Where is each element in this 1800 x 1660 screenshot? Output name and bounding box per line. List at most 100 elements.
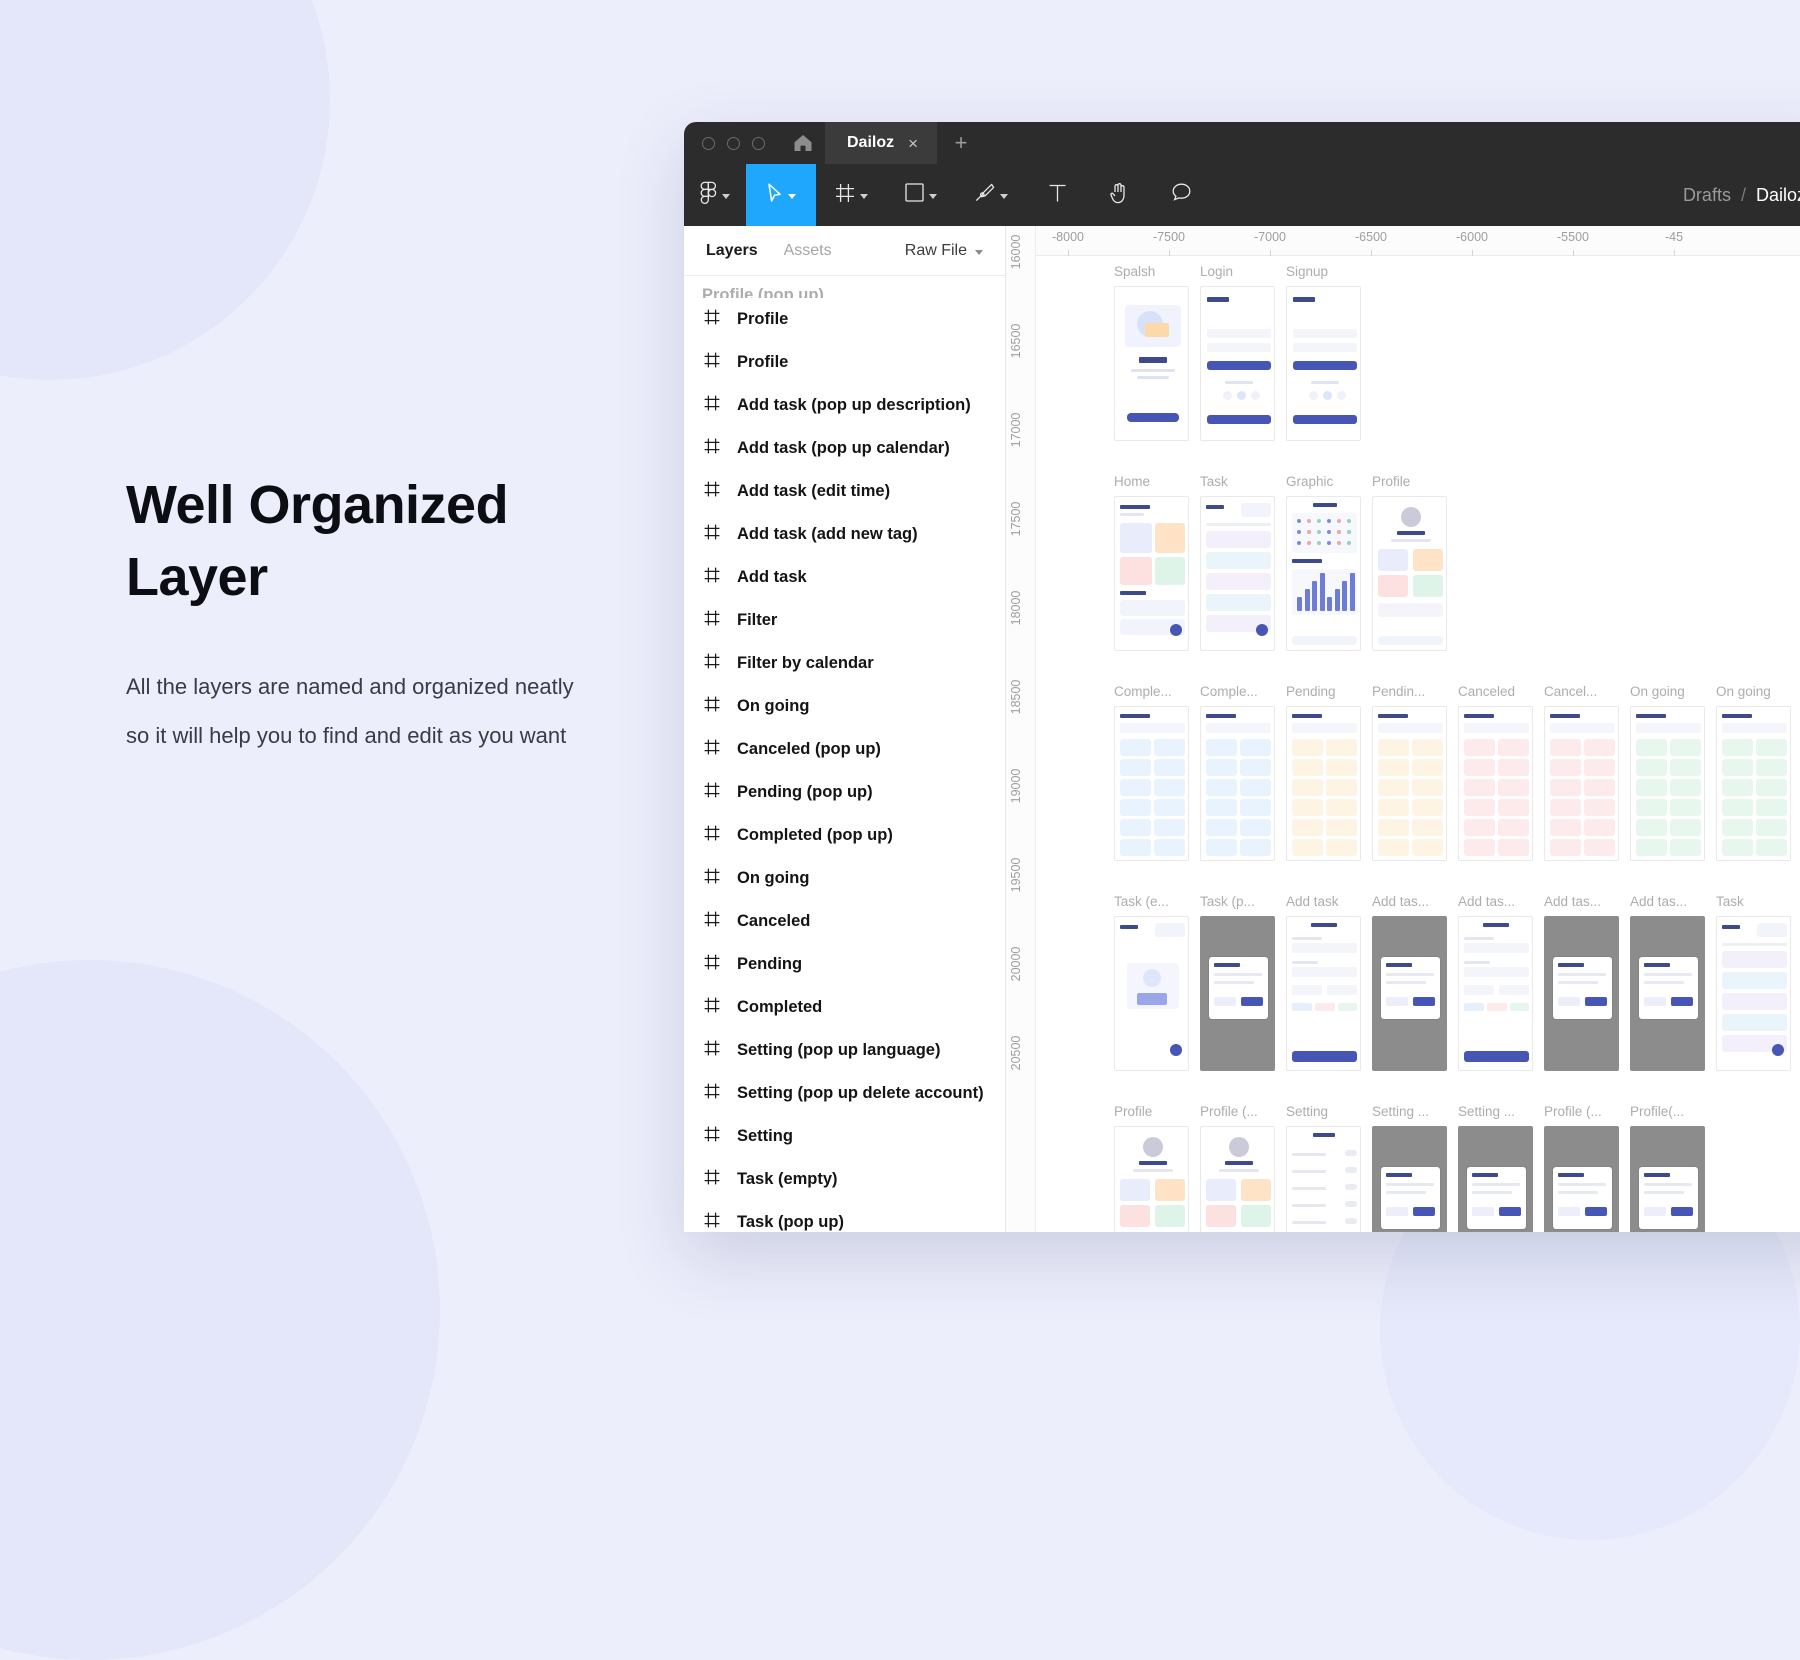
canvas-frame[interactable]: Task (e...	[1114, 894, 1189, 1071]
frame-thumbnail[interactable]	[1200, 706, 1275, 861]
canvas-viewport[interactable]: Spalsh Login Signup Home Task Graphic Profile C…	[1036, 256, 1800, 1232]
canvas-frame[interactable]: Add tas...	[1630, 894, 1705, 1071]
layer-row[interactable]: Filter	[684, 599, 1005, 642]
layer-row[interactable]: Task (pop up)	[684, 1201, 1005, 1232]
comment-tool[interactable]	[1150, 164, 1212, 226]
canvas-frame[interactable]: Profile (...	[1544, 1104, 1619, 1232]
canvas-frame[interactable]: Task (p...	[1200, 894, 1275, 1071]
layer-row[interactable]: Completed (pop up)	[684, 814, 1005, 857]
frame-thumbnail[interactable]	[1286, 706, 1361, 861]
tab-layers[interactable]: Layers	[706, 242, 758, 260]
layer-row[interactable]: Pending	[684, 943, 1005, 986]
frame-thumbnail[interactable]	[1372, 706, 1447, 861]
canvas-frame[interactable]: On going	[1630, 684, 1705, 861]
canvas-frame[interactable]: Add tas...	[1372, 894, 1447, 1071]
canvas-frame[interactable]: Home	[1114, 474, 1189, 651]
canvas-frame[interactable]: Signup	[1286, 264, 1361, 441]
layer-row[interactable]: Profile	[684, 298, 1005, 341]
move-tool[interactable]	[746, 164, 816, 226]
layer-row[interactable]: Setting (pop up delete account)	[684, 1072, 1005, 1115]
frame-thumbnail[interactable]	[1372, 496, 1447, 651]
canvas-frame[interactable]: Login	[1200, 264, 1275, 441]
chevron-down-icon[interactable]	[722, 194, 730, 199]
frame-thumbnail[interactable]	[1200, 286, 1275, 441]
canvas-frame[interactable]: Setting ...	[1372, 1104, 1447, 1232]
new-tab-button[interactable]: +	[937, 122, 985, 164]
tab-assets[interactable]: Assets	[784, 242, 832, 260]
layer-row[interactable]: Task (empty)	[684, 1158, 1005, 1201]
close-icon[interactable]: ×	[908, 135, 918, 152]
layer-row[interactable]: Add task	[684, 556, 1005, 599]
frame-thumbnail[interactable]	[1200, 1126, 1275, 1232]
frame-thumbnail[interactable]	[1286, 1126, 1361, 1232]
frame-thumbnail[interactable]	[1372, 916, 1447, 1071]
canvas-frame[interactable]: Task	[1200, 474, 1275, 651]
pen-tool[interactable]	[956, 164, 1026, 226]
window-close-button[interactable]	[702, 136, 715, 150]
layer-row[interactable]: Add task (pop up calendar)	[684, 427, 1005, 470]
window-minimize-button[interactable]	[727, 136, 740, 150]
canvas-frame[interactable]: Profile	[1114, 1104, 1189, 1232]
canvas-frame[interactable]: Setting	[1286, 1104, 1361, 1232]
layer-row[interactable]: On going	[684, 857, 1005, 900]
frame-thumbnail[interactable]	[1716, 916, 1791, 1071]
frame-thumbnail[interactable]	[1286, 286, 1361, 441]
canvas-frame[interactable]: Add tas...	[1544, 894, 1619, 1071]
chevron-down-icon[interactable]	[1000, 194, 1008, 199]
canvas-frame[interactable]: Task	[1716, 894, 1791, 1071]
canvas-frame[interactable]: Add tas...	[1458, 894, 1533, 1071]
layer-row[interactable]: Canceled	[684, 900, 1005, 943]
frame-thumbnail[interactable]	[1544, 916, 1619, 1071]
chevron-down-icon[interactable]	[859, 194, 868, 199]
frame-thumbnail[interactable]	[1630, 1126, 1705, 1232]
canvas-frame[interactable]: Graphic	[1286, 474, 1361, 651]
home-button[interactable]	[781, 122, 825, 164]
frame-thumbnail[interactable]	[1458, 706, 1533, 861]
layer-row[interactable]: Add task (add new tag)	[684, 513, 1005, 556]
canvas-frame[interactable]: Profile	[1372, 474, 1447, 651]
canvas-frame[interactable]: On going	[1716, 684, 1791, 861]
frame-thumbnail[interactable]	[1114, 1126, 1189, 1232]
canvas-frame[interactable]: Add task	[1286, 894, 1361, 1071]
window-maximize-button[interactable]	[752, 136, 765, 150]
layer-row[interactable]: Completed	[684, 986, 1005, 1029]
breadcrumb-file[interactable]: Dailoz	[1756, 185, 1800, 206]
frame-thumbnail[interactable]	[1630, 916, 1705, 1071]
frame-thumbnail[interactable]	[1286, 496, 1361, 651]
design-canvas[interactable]: -8000 -7500 -7000 -6500 -6000 -5500 -45 16000 1…	[1006, 226, 1800, 1232]
layer-list[interactable]: Profile (pop up) Profile Profile Add task (…	[684, 276, 1005, 1232]
shape-tool[interactable]	[886, 164, 956, 226]
canvas-frame[interactable]: Profile (...	[1200, 1104, 1275, 1232]
hand-tool[interactable]	[1088, 164, 1150, 226]
frame-tool[interactable]	[816, 164, 886, 226]
breadcrumb-project[interactable]: Drafts	[1683, 185, 1731, 206]
frame-thumbnail[interactable]	[1458, 1126, 1533, 1232]
frame-thumbnail[interactable]	[1114, 916, 1189, 1071]
frame-thumbnail[interactable]	[1544, 1126, 1619, 1232]
layer-row[interactable]: On going	[684, 685, 1005, 728]
canvas-frame[interactable]: Pendin...	[1372, 684, 1447, 861]
layer-row[interactable]: Canceled (pop up)	[684, 728, 1005, 771]
raw-file-dropdown[interactable]: Raw File	[905, 242, 983, 260]
frame-thumbnail[interactable]	[1630, 706, 1705, 861]
frame-thumbnail[interactable]	[1372, 1126, 1447, 1232]
canvas-frame[interactable]: Canceled	[1458, 684, 1533, 861]
canvas-frame[interactable]: Comple...	[1114, 684, 1189, 861]
frame-thumbnail[interactable]	[1114, 286, 1189, 441]
frame-thumbnail[interactable]	[1716, 706, 1791, 861]
layer-row[interactable]: Setting (pop up language)	[684, 1029, 1005, 1072]
layer-row[interactable]: Setting	[684, 1115, 1005, 1158]
canvas-frame[interactable]: Comple...	[1200, 684, 1275, 861]
layer-row[interactable]: Add task (edit time)	[684, 470, 1005, 513]
canvas-frame[interactable]: Setting ...	[1458, 1104, 1533, 1232]
file-tab-dailoz[interactable]: Dailoz ×	[825, 122, 937, 164]
canvas-frame[interactable]: Pending	[1286, 684, 1361, 861]
frame-thumbnail[interactable]	[1286, 916, 1361, 1071]
frame-thumbnail[interactable]	[1200, 916, 1275, 1071]
canvas-frame[interactable]: Spalsh	[1114, 264, 1189, 441]
frame-thumbnail[interactable]	[1114, 706, 1189, 861]
frame-thumbnail[interactable]	[1458, 916, 1533, 1071]
layer-row[interactable]: Add task (pop up description)	[684, 384, 1005, 427]
frame-thumbnail[interactable]	[1200, 496, 1275, 651]
canvas-frame[interactable]: Profile(...	[1630, 1104, 1705, 1232]
